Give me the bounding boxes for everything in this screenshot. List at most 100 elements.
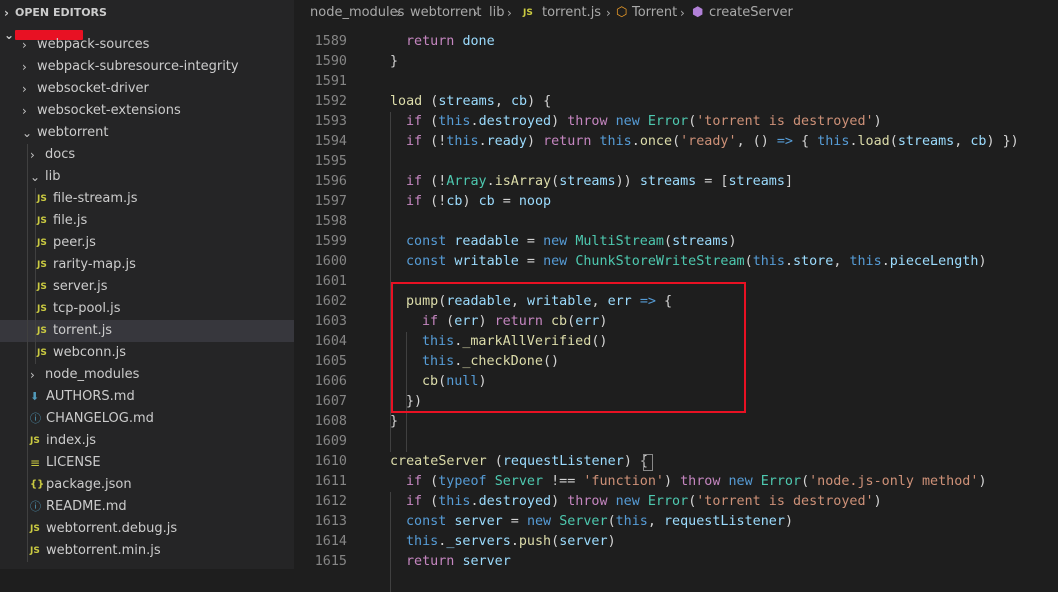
breadcrumb-item-torrent-js[interactable]: torrent.js xyxy=(542,0,601,26)
line-number: 1600 xyxy=(314,254,347,269)
line-number: 1613 xyxy=(314,514,347,529)
info-icon: ⓘ xyxy=(30,412,41,425)
tree-item-webpack-sources[interactable]: › webpack-sources xyxy=(0,34,294,56)
code-text: if (this.destroyed) throw new Error('tor… xyxy=(406,114,882,129)
line-number: 1604 xyxy=(314,334,347,349)
tree-item-label: webtorrent xyxy=(37,125,109,140)
tree-item-torrent-js[interactable]: JS torrent.js xyxy=(0,320,294,342)
line-number: 1590 xyxy=(314,54,347,69)
code-line: 1614 this._servers.push(server) xyxy=(294,532,1058,552)
explorer-sidebar: › OPEN EDITORS ⌄ › webpack-sources › webpac… xyxy=(0,0,294,569)
tree-item-label: file-stream.js xyxy=(53,191,138,206)
line-number: 1602 xyxy=(314,294,347,309)
tree-item-authors-md[interactable]: ⬇ AUTHORS.md xyxy=(0,386,294,408)
line-number: 1596 xyxy=(314,174,347,189)
tree-item-websocket-driver[interactable]: › websocket-driver xyxy=(0,78,294,100)
js-file-icon: JS xyxy=(37,348,47,358)
line-number: 1605 xyxy=(314,354,347,369)
chevron-right-icon: › xyxy=(680,6,685,20)
tree-item-server-js[interactable]: JS server.js xyxy=(0,276,294,298)
code-text: } xyxy=(390,414,399,429)
tree-item-docs[interactable]: › docs xyxy=(0,144,294,166)
code-line: 1598 xyxy=(294,212,1058,232)
line-number: 1594 xyxy=(314,134,347,149)
tree-item-index-js[interactable]: JS index.js xyxy=(0,430,294,452)
code-text: const server = new Server(this, requestL… xyxy=(406,514,793,529)
chevron-right-icon: › xyxy=(396,6,401,20)
tree-item-webtorrent[interactable]: ⌄ webtorrent xyxy=(0,122,294,144)
tree-item-webtorrent-debug-js[interactable]: JS webtorrent.debug.js xyxy=(0,518,294,540)
line-number: 1595 xyxy=(314,154,347,169)
line-number: 1609 xyxy=(314,434,347,449)
code-line: 1592 load (streams, cb) { xyxy=(294,92,1058,112)
indent-guide xyxy=(390,492,391,592)
code-line: 1610 createServer (requestListener) { xyxy=(294,452,1058,472)
line-number: 1597 xyxy=(314,194,347,209)
code-line: 1615 return server xyxy=(294,552,1058,572)
tree-item-webconn-js[interactable]: JS webconn.js xyxy=(0,342,294,364)
code-text: return server xyxy=(406,554,511,569)
code-line: 1599 const readable = new MultiStream(str… xyxy=(294,232,1058,252)
code-text: this._servers.push(server) xyxy=(406,534,616,549)
chevron-right-icon: › xyxy=(507,6,512,20)
tree-item-file-stream-js[interactable]: JS file-stream.js xyxy=(0,188,294,210)
tree-item-label: LICENSE xyxy=(46,455,101,470)
tree-item-label: webconn.js xyxy=(53,345,126,360)
code-line: 1595 xyxy=(294,152,1058,172)
chevron-right-icon: › xyxy=(606,6,611,20)
code-text: load (streams, cb) { xyxy=(390,94,552,109)
code-line: 1613 const server = new Server(this, requ… xyxy=(294,512,1058,532)
breadcrumb-item-lib[interactable]: lib xyxy=(489,0,504,26)
line-number: 1607 xyxy=(314,394,347,409)
chevron-right-icon: › xyxy=(30,148,35,162)
tree-item-node-modules[interactable]: › node_modules xyxy=(0,364,294,386)
tree-item-label: AUTHORS.md xyxy=(46,389,135,404)
tree-item-webtorrent-min-js[interactable]: JS webtorrent.min.js xyxy=(0,540,294,562)
line-number: 1614 xyxy=(314,534,347,549)
open-editors-header[interactable]: › OPEN EDITORS xyxy=(0,2,294,24)
indent-guide xyxy=(27,144,28,562)
tree-item-websocket-extensions[interactable]: › websocket-extensions xyxy=(0,100,294,122)
tree-item-lib[interactable]: ⌄ lib xyxy=(0,166,294,188)
js-file-icon: JS xyxy=(37,304,47,314)
line-number: 1589 xyxy=(314,34,347,49)
line-number: 1603 xyxy=(314,314,347,329)
indent-guide xyxy=(35,188,36,364)
breadcrumb-item-node-modules[interactable]: node_modules xyxy=(310,0,404,26)
line-number: 1601 xyxy=(314,274,347,289)
tree-item-label: rarity-map.js xyxy=(53,257,136,272)
tree-item-webpack-subresource-integrity[interactable]: › webpack-subresource-integrity xyxy=(0,56,294,78)
tree-item-file-js[interactable]: JS file.js xyxy=(0,210,294,232)
breadcrumb-item-webtorrent[interactable]: webtorrent xyxy=(410,0,481,26)
highlight-annotation-box xyxy=(391,282,746,413)
tree-item-readme-md[interactable]: ⓘ README.md xyxy=(0,496,294,518)
code-text: } xyxy=(390,54,399,69)
code-line: 1593 if (this.destroyed) throw new Error(… xyxy=(294,112,1058,132)
tree-item-changelog-md[interactable]: ⓘ CHANGELOG.md xyxy=(0,408,294,430)
license-file-icon: ≡ xyxy=(30,456,41,470)
code-text: if (!this.ready) return this.once('ready… xyxy=(406,134,1019,149)
breadcrumb-item-create-server[interactable]: createServer xyxy=(709,0,793,26)
tree-item-license[interactable]: ≡ LICENSE xyxy=(0,452,294,474)
code-text: const writable = new ChunkStoreWriteStre… xyxy=(406,254,987,269)
tree-item-label: package.json xyxy=(46,477,132,492)
tree-item-label: server.js xyxy=(53,279,108,294)
tree-item-label: torrent.js xyxy=(53,323,113,338)
tree-item-label: webtorrent.debug.js xyxy=(46,521,178,536)
tree-item-peer-js[interactable]: JS peer.js xyxy=(0,232,294,254)
js-file-icon: JS xyxy=(37,282,47,292)
download-icon: ⬇ xyxy=(30,390,40,403)
js-file-icon: JS xyxy=(30,436,40,446)
tree-item-rarity-map-js[interactable]: JS rarity-map.js xyxy=(0,254,294,276)
breadcrumb-item-torrent-class[interactable]: Torrent xyxy=(632,0,677,26)
line-number: 1615 xyxy=(314,554,347,569)
code-line: 1612 if (this.destroyed) throw new Error(… xyxy=(294,492,1058,512)
code-line: 1594 if (!this.ready) return this.once('r… xyxy=(294,132,1058,152)
tree-item-tcp-pool-js[interactable]: JS tcp-pool.js xyxy=(0,298,294,320)
line-number: 1593 xyxy=(314,114,347,129)
tree-item-package-json[interactable]: {} package.json xyxy=(0,474,294,496)
tree-item-label: README.md xyxy=(46,499,127,514)
tree-item-label: CHANGELOG.md xyxy=(46,411,154,426)
tree-item-label: tcp-pool.js xyxy=(53,301,121,316)
tree-item-label: webpack-subresource-integrity xyxy=(37,59,239,74)
